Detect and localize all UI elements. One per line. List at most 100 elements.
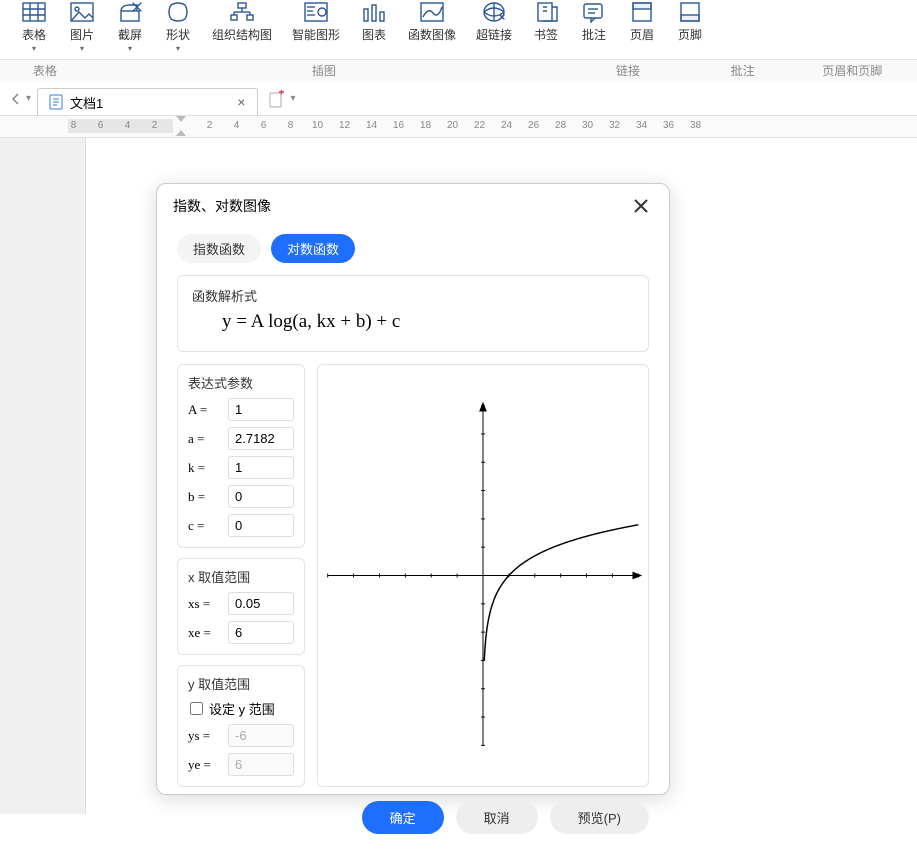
function-graph-icon — [418, 0, 446, 24]
x-range-params: x 取值范围 xs = xe = — [177, 558, 305, 655]
ribbon-smartart[interactable]: 智能图形 — [282, 0, 350, 59]
ruler-tick-label: 6 — [87, 120, 114, 131]
new-tab-dropdown-icon[interactable]: ▾ — [290, 93, 295, 104]
ribbon-group-label: 页眉和页脚 — [787, 60, 917, 82]
param-c-input[interactable] — [228, 514, 294, 537]
param-xe-label: xe = — [188, 625, 222, 641]
screenshot-icon — [116, 0, 144, 24]
tab-close-icon[interactable]: × — [235, 94, 247, 110]
ribbon-item-label: 函数图像 — [408, 26, 456, 43]
ribbon-item-label: 截屏 — [118, 26, 142, 43]
yrange-checkbox-label: 设定 y 范围 — [209, 699, 275, 718]
function-graph-dialog: 指数、对数图像 指数函数 对数函数 函数解析式 y = A log(a, kx … — [156, 183, 670, 795]
table-icon — [20, 0, 48, 24]
param-b-label: b = — [188, 489, 222, 505]
ruler-tick-label: 28 — [547, 120, 574, 131]
ribbon-function-graph[interactable]: 函数图像 — [398, 0, 466, 59]
hyperlink-icon — [480, 0, 508, 24]
document-tab[interactable]: 文档1 × — [37, 88, 258, 116]
param-xe-input[interactable] — [228, 621, 294, 644]
close-icon[interactable] — [629, 194, 653, 218]
formula-text: y = A log(a, kx + b) + c — [192, 311, 634, 333]
params-title: 表达式参数 — [188, 373, 294, 392]
ribbon-item-label: 图片 — [70, 26, 94, 43]
ruler-tick-label: 4 — [223, 120, 250, 131]
ribbon-chart[interactable]: 图表 — [350, 0, 398, 59]
ribbon-item-label: 超链接 — [476, 26, 512, 43]
ruler-tick-label: 24 — [493, 120, 520, 131]
ribbon-group-label: 插图 — [90, 60, 558, 82]
tab-exponential[interactable]: 指数函数 — [177, 234, 261, 263]
param-k-input[interactable] — [228, 456, 294, 479]
tab-logarithm[interactable]: 对数函数 — [271, 234, 355, 263]
ribbon-item-label: 页脚 — [678, 26, 702, 43]
ribbon-item-label: 批注 — [582, 26, 606, 43]
ribbon-item-label: 书签 — [534, 26, 558, 43]
ruler-tick-label: 2 — [141, 120, 168, 131]
ribbon-group-label: 批注 — [698, 60, 788, 82]
ruler-tick-label: 4 — [114, 120, 141, 131]
param-xs-input[interactable] — [228, 592, 294, 615]
log-curve-plot — [318, 365, 648, 786]
dialog-footer: 确定 取消 预览(P) — [157, 787, 669, 850]
tabs-nav-dropdown-icon[interactable]: ▾ — [26, 93, 31, 104]
param-A-input[interactable] — [228, 398, 294, 421]
function-preview-chart — [317, 364, 649, 787]
footer-icon — [676, 0, 704, 24]
ribbon: 表格 ▾ 图片 ▾ 截屏 ▾ 形状 ▾ 组织结构图 智能图形 图表 函数图像 超… — [0, 0, 917, 60]
ruler-tick-label: 16 — [385, 120, 412, 131]
ruler-tick-label: 8 — [60, 120, 87, 131]
chevron-down-icon: ▾ — [80, 44, 84, 53]
ruler-tick-label: 34 — [628, 120, 655, 131]
ribbon-table[interactable]: 表格 ▾ — [10, 0, 58, 59]
param-a-label: a = — [188, 431, 222, 447]
cancel-button[interactable]: 取消 — [456, 801, 538, 834]
param-ye-label: ye = — [188, 757, 222, 773]
formula-display: 函数解析式 y = A log(a, kx + b) + c — [177, 275, 649, 352]
shapes-icon — [164, 0, 192, 24]
ruler-tick-label: 36 — [655, 120, 682, 131]
ribbon-screenshot[interactable]: 截屏 ▾ — [106, 0, 154, 59]
ruler-tick-label: 20 — [439, 120, 466, 131]
param-a-input[interactable] — [228, 427, 294, 450]
indent-marker-icon[interactable] — [176, 116, 186, 136]
function-type-tabs: 指数函数 对数函数 — [177, 234, 649, 263]
yrange-title: y 取值范围 — [188, 674, 294, 693]
y-range-params: y 取值范围 设定 y 范围 ys = ye = — [177, 665, 305, 787]
ribbon-item-label: 形状 — [166, 26, 190, 43]
param-A-label: A = — [188, 402, 222, 418]
ruler-tick-label: 8 — [277, 120, 304, 131]
preview-button[interactable]: 预览(P) — [550, 801, 649, 834]
ribbon-comment[interactable]: 批注 — [570, 0, 618, 59]
ribbon-hyperlink[interactable]: 超链接 — [466, 0, 522, 59]
new-tab-button[interactable] — [266, 86, 286, 112]
horizontal-ruler: 86422468101214161820222426283032343638 — [0, 116, 917, 138]
tabs-nav-back-icon[interactable] — [6, 86, 26, 112]
ribbon-bookmark[interactable]: 书签 — [522, 0, 570, 59]
ribbon-item-label: 图表 — [362, 26, 386, 43]
ribbon-item-label: 组织结构图 — [212, 26, 272, 43]
ruler-tick-label: 30 — [574, 120, 601, 131]
ruler-tick-label: 22 — [466, 120, 493, 131]
bookmark-icon — [532, 0, 560, 24]
ribbon-orgchart[interactable]: 组织结构图 — [202, 0, 282, 59]
smartart-icon — [302, 0, 330, 24]
ribbon-footer[interactable]: 页脚 — [666, 0, 714, 59]
param-ys-label: ys = — [188, 728, 222, 744]
param-b-input[interactable] — [228, 485, 294, 508]
ribbon-header[interactable]: 页眉 — [618, 0, 666, 59]
param-c-label: c = — [188, 518, 222, 534]
param-xs-label: xs = — [188, 596, 222, 612]
ruler-tick-label: 18 — [412, 120, 439, 131]
chevron-down-icon: ▾ — [128, 44, 132, 53]
formula-title: 函数解析式 — [192, 286, 634, 305]
ruler-tick-label: 14 — [358, 120, 385, 131]
dialog-title: 指数、对数图像 — [173, 196, 271, 216]
orgchart-icon — [228, 0, 256, 24]
ribbon-image[interactable]: 图片 ▾ — [58, 0, 106, 59]
yrange-checkbox[interactable] — [190, 702, 203, 715]
chart-icon — [360, 0, 388, 24]
param-k-label: k = — [188, 460, 222, 476]
ok-button[interactable]: 确定 — [362, 801, 444, 834]
ribbon-shapes[interactable]: 形状 ▾ — [154, 0, 202, 59]
